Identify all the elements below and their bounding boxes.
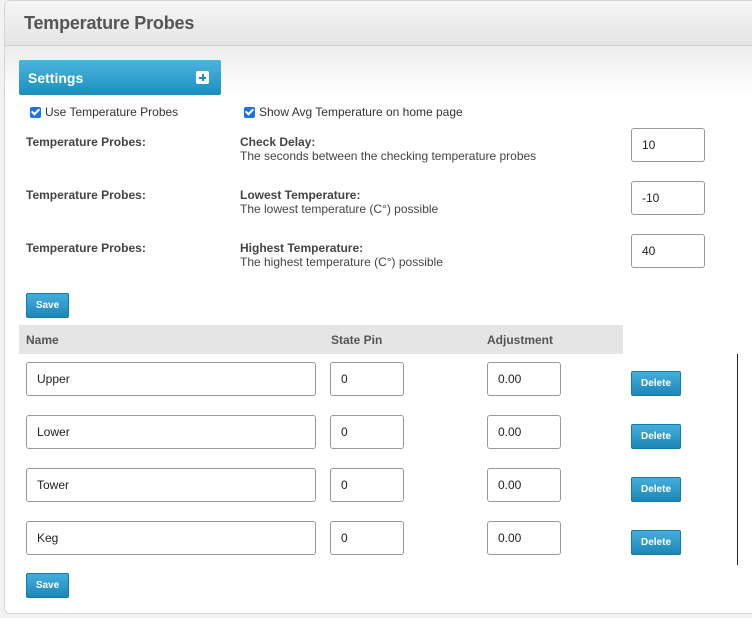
plus-icon[interactable] xyxy=(196,71,209,84)
column-header-adjustment: Adjustment xyxy=(487,333,553,347)
show-avg-label: Show Avg Temperature on home page xyxy=(259,105,463,119)
probe-adjustment-input[interactable] xyxy=(487,468,561,502)
probe-state-pin-input[interactable] xyxy=(330,468,404,502)
settings-tab[interactable]: Settings xyxy=(19,60,221,95)
column-header-name: Name xyxy=(26,333,59,347)
probe-name-input[interactable] xyxy=(26,521,316,555)
scrollbar[interactable] xyxy=(737,354,738,565)
temperature-probes-panel: Temperature Probes Settings Use Temperat… xyxy=(4,0,752,614)
setting-key: Temperature Probes: xyxy=(26,188,146,202)
show-avg-checkbox[interactable] xyxy=(244,106,255,118)
delete-button[interactable]: Delete xyxy=(631,477,681,502)
highest-temperature-input[interactable] xyxy=(631,234,705,268)
probe-name-input[interactable] xyxy=(26,468,316,502)
column-header-state-pin: State Pin xyxy=(331,333,383,347)
panel-header: Temperature Probes xyxy=(5,1,752,46)
probe-state-pin-input[interactable] xyxy=(330,521,404,555)
setting-description: The seconds between the checking tempera… xyxy=(240,149,537,163)
probe-name-input[interactable] xyxy=(26,362,316,396)
setting-name: Highest Temperature: xyxy=(240,241,364,255)
delete-button[interactable]: Delete xyxy=(631,424,681,449)
probe-name-input[interactable] xyxy=(26,415,316,449)
probe-adjustment-input[interactable] xyxy=(487,521,561,555)
setting-key: Temperature Probes: xyxy=(26,241,146,255)
use-probes-checkbox[interactable] xyxy=(30,106,41,118)
check-delay-input[interactable] xyxy=(631,128,705,162)
use-probes-label: Use Temperature Probes xyxy=(45,105,179,119)
probe-state-pin-input[interactable] xyxy=(330,415,404,449)
probe-state-pin-input[interactable] xyxy=(330,362,404,396)
setting-description: The lowest temperature (C°) possible xyxy=(240,202,439,216)
probe-adjustment-input[interactable] xyxy=(487,362,561,396)
delete-button[interactable]: Delete xyxy=(631,530,681,555)
setting-description: The highest temperature (C°) possible xyxy=(240,255,443,269)
use-probes-checkbox-row[interactable]: Use Temperature Probes xyxy=(30,105,178,119)
settings-tab-label: Settings xyxy=(28,70,84,86)
setting-name: Check Delay: xyxy=(240,135,316,149)
page-title: Temperature Probes xyxy=(24,13,195,33)
settings-save-button[interactable]: Save xyxy=(26,293,69,318)
show-avg-checkbox-row[interactable]: Show Avg Temperature on home page xyxy=(244,105,463,119)
setting-name: Lowest Temperature: xyxy=(240,188,361,202)
setting-key: Temperature Probes: xyxy=(26,135,146,149)
probes-table-header: Name State Pin Adjustment xyxy=(19,325,623,354)
probes-save-button[interactable]: Save xyxy=(26,573,69,598)
delete-button[interactable]: Delete xyxy=(631,371,681,396)
probe-adjustment-input[interactable] xyxy=(487,415,561,449)
lowest-temperature-input[interactable] xyxy=(631,181,705,215)
